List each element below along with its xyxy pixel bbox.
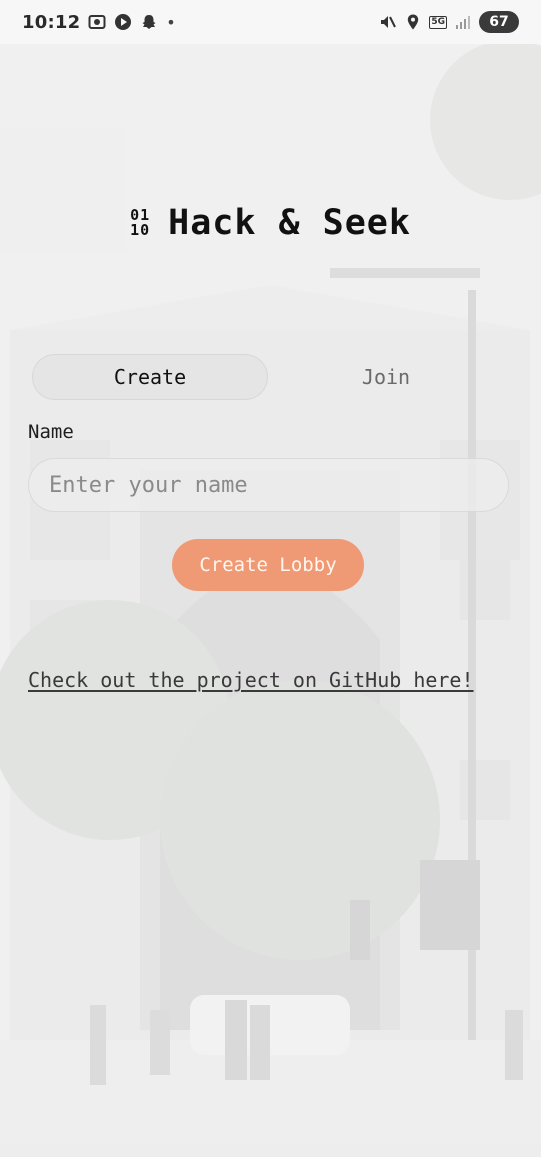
mute-icon xyxy=(379,13,397,31)
status-bar: 10:12 • 5G 67 xyxy=(0,0,541,44)
name-input[interactable] xyxy=(28,458,509,512)
create-lobby-label: Create Lobby xyxy=(199,554,337,576)
battery-indicator: 67 xyxy=(479,11,519,33)
tab-join[interactable]: Join xyxy=(268,354,504,400)
status-left: 10:12 • xyxy=(22,12,176,33)
binary-logo-icon: 01 10 xyxy=(130,208,150,238)
status-dot: • xyxy=(166,12,176,32)
logo-bottom-digits: 10 xyxy=(130,221,151,239)
app-header: 01 10 Hack & Seek xyxy=(0,203,541,243)
create-lobby-button[interactable]: Create Lobby xyxy=(172,539,364,591)
tab-create-label: Create xyxy=(113,365,187,389)
network-type-badge: 5G xyxy=(429,15,447,29)
tab-create[interactable]: Create xyxy=(32,354,268,400)
github-link[interactable]: Check out the project on GitHub here! xyxy=(28,668,474,692)
status-right: 5G 67 xyxy=(379,11,519,33)
location-pin-icon xyxy=(404,13,422,31)
signal-bars-icon xyxy=(454,13,472,31)
battery-level: 67 xyxy=(489,14,509,30)
app-title: Hack & Seek xyxy=(168,203,411,243)
play-circle-icon xyxy=(114,13,132,31)
mode-tabs: Create Join xyxy=(32,354,508,400)
tab-join-label: Join xyxy=(361,365,411,389)
status-time: 10:12 xyxy=(22,11,81,33)
name-label: Name xyxy=(28,421,74,443)
snapchat-ghost-icon xyxy=(140,13,158,31)
screen-record-icon xyxy=(88,13,106,31)
